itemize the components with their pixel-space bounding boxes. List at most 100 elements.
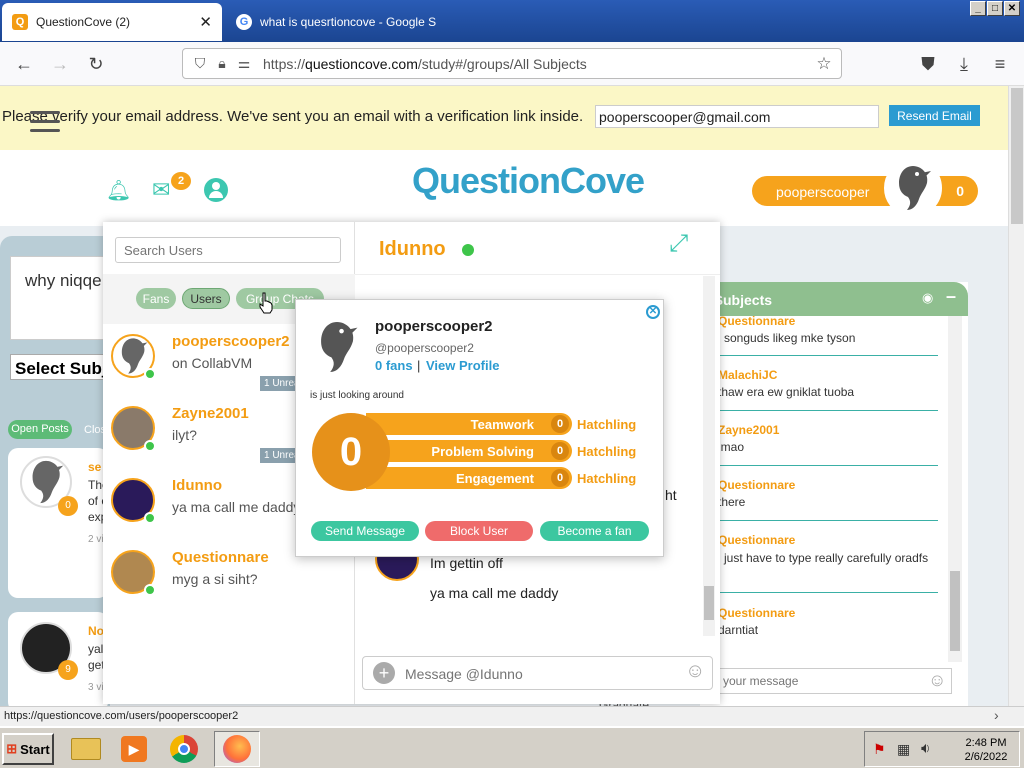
hand-cursor-icon (259, 292, 273, 314)
back-arrow-icon[interactable]: ← (12, 52, 36, 76)
question-box[interactable]: why niqqe (10, 256, 110, 340)
post-card[interactable]: 9 No yal get 3 vi (8, 612, 108, 712)
stat-tier: Hatchling (577, 444, 637, 459)
google-favicon-icon: G (236, 14, 252, 30)
minimize-window-icon[interactable]: _ (970, 1, 986, 16)
conversation-preview: ilyt? (172, 427, 197, 443)
left-posts-column: why niqqe Select Subj Open Posts Clos 0 … (0, 236, 110, 712)
scroll-right-icon[interactable]: › (994, 707, 999, 723)
send-message-button[interactable]: Send Message (311, 521, 419, 541)
open-posts-tab[interactable]: Open Posts (8, 420, 72, 439)
popup-separator: | (417, 358, 421, 373)
popup-fans-link[interactable]: 0 fans (375, 358, 413, 373)
stat-bar-problem-solving: Problem Solving 0 (366, 440, 572, 462)
group-message-user[interactable]: Questionnare (718, 478, 938, 492)
mail-count-badge: 2 (171, 172, 191, 190)
menu-icon[interactable]: ≡ (988, 52, 1012, 76)
group-message-user[interactable]: MalachiJC (718, 368, 938, 382)
email-field[interactable] (595, 105, 879, 128)
online-indicator (144, 368, 156, 380)
start-label: Start (20, 741, 50, 757)
become-fan-button[interactable]: Become a fan (540, 521, 649, 541)
group-message: Questionnare i just have to type really … (718, 533, 938, 593)
resend-email-button[interactable]: Resend Email (889, 105, 980, 126)
reload-icon[interactable]: ↻ (84, 52, 108, 76)
group-message-user[interactable]: Questionnare (718, 314, 938, 328)
file-explorer-icon[interactable] (66, 731, 106, 767)
emoji-icon[interactable]: ☺ (928, 670, 946, 691)
header-username: pooperscooper (776, 184, 870, 200)
volume-icon[interactable]: 🔉︎ (921, 740, 930, 757)
search-users-input[interactable] (115, 237, 341, 263)
filter-fans[interactable]: Fans (136, 288, 176, 309)
group-message-input[interactable] (718, 668, 952, 694)
close-popup-icon[interactable]: ✕ (646, 305, 660, 319)
download-icon[interactable]: ⤓ (952, 52, 976, 76)
online-indicator (144, 440, 156, 452)
group-chat-scrollbar[interactable] (948, 316, 962, 662)
view-profile-link[interactable]: View Profile (426, 358, 499, 373)
dolphin-avatar-icon (899, 166, 931, 210)
questioncove-logo[interactable]: QuestionCove (412, 160, 645, 202)
group-message: Questionnare there (718, 478, 938, 521)
message-scrollbar[interactable] (703, 276, 715, 636)
add-attachment-icon[interactable]: + (373, 662, 395, 684)
group-message-user[interactable]: Questionnare (718, 533, 938, 547)
message-text: Im gettin off (430, 555, 503, 571)
message-composer: + ☺ (362, 656, 713, 690)
shield-icon[interactable]: ⛉ (189, 55, 211, 72)
close-window-icon[interactable]: ✕ (1004, 1, 1020, 16)
select-subject-label: Select Subj (15, 359, 107, 378)
questioncove-favicon-icon: Q (12, 14, 28, 30)
network-icon[interactable]: ▦ (897, 741, 910, 758)
pocket-icon[interactable]: ⛊ (916, 52, 940, 76)
expand-icon[interactable]: ⤢ (669, 230, 688, 258)
emoji-icon[interactable]: ☺ (685, 660, 705, 683)
conversation-name: Idunno (172, 477, 222, 494)
message-input[interactable] (405, 663, 675, 685)
clock[interactable]: 2:48 PM 2/6/2022 (951, 736, 1021, 764)
group-message: Zayne2001 lmao (718, 423, 938, 466)
hide-icon[interactable]: ◉ (922, 290, 933, 306)
close-tab-icon[interactable]: ✕ (199, 13, 212, 31)
block-user-button[interactable]: Block User (425, 521, 533, 541)
url-bar[interactable]: ⛉ 🔒︎ ⚌ https://questioncove.com/study#/g… (182, 48, 842, 79)
profile-icon[interactable] (204, 178, 228, 202)
select-subject-dropdown[interactable]: Select Subj (10, 354, 110, 380)
group-message: MalachiJC thaw era ew gniklat tuoba (718, 368, 938, 411)
bookmark-star-icon[interactable]: ☆ (813, 54, 835, 74)
group-message-text: thaw era ew gniklat tuoba (718, 385, 855, 399)
group-message-text: darntiat (718, 623, 759, 637)
post-card[interactable]: 0 se The of c exp 2 vi (8, 448, 109, 598)
tab-questioncove[interactable]: Q QuestionCove (2) ✕ (2, 3, 222, 41)
media-player-icon[interactable]: ▶ (114, 731, 154, 767)
hamburger-menu-icon[interactable] (30, 111, 60, 133)
group-chat-header[interactable]: ll Subjects ◉ – (700, 282, 968, 316)
mail-icon[interactable]: ✉ (152, 179, 170, 201)
conversation-name: Zayne2001 (172, 405, 249, 422)
windows-logo-icon: ⊞ (6, 741, 18, 756)
filter-users[interactable]: Users (182, 288, 230, 309)
active-chat-username[interactable]: Idunno (379, 238, 446, 261)
firefox-icon[interactable] (214, 731, 260, 767)
bell-icon[interactable]: 🔔︎ (106, 178, 131, 203)
post-user: No (88, 624, 104, 638)
chrome-icon[interactable] (164, 731, 204, 767)
action-center-icon[interactable]: ⚑ (873, 741, 886, 758)
lock-icon[interactable]: 🔒︎ (211, 55, 233, 72)
popup-handle: @pooperscooper2 (375, 341, 474, 355)
user-score-pill[interactable]: pooperscooper 0 (752, 159, 978, 217)
post-line: yal (88, 642, 104, 656)
group-message-user[interactable]: Zayne2001 (718, 423, 938, 437)
start-button[interactable]: ⊞ Start (2, 733, 54, 765)
post-user: se (88, 460, 102, 474)
permissions-icon[interactable]: ⚌ (233, 55, 255, 72)
forward-arrow-icon[interactable]: → (48, 52, 72, 76)
group-message-user[interactable]: Questionnare (718, 606, 938, 620)
tab-google-search[interactable]: G what is quesrtioncove - Google Sea (226, 3, 446, 41)
minimize-icon[interactable]: – (946, 286, 956, 307)
verify-email-banner: Please verify your email address. We've … (0, 86, 1008, 150)
status-link-bar: https://questioncove.com/users/poopersco… (0, 706, 1024, 726)
page-scrollbar[interactable] (1008, 86, 1024, 706)
maximize-window-icon[interactable]: □ (987, 1, 1003, 16)
